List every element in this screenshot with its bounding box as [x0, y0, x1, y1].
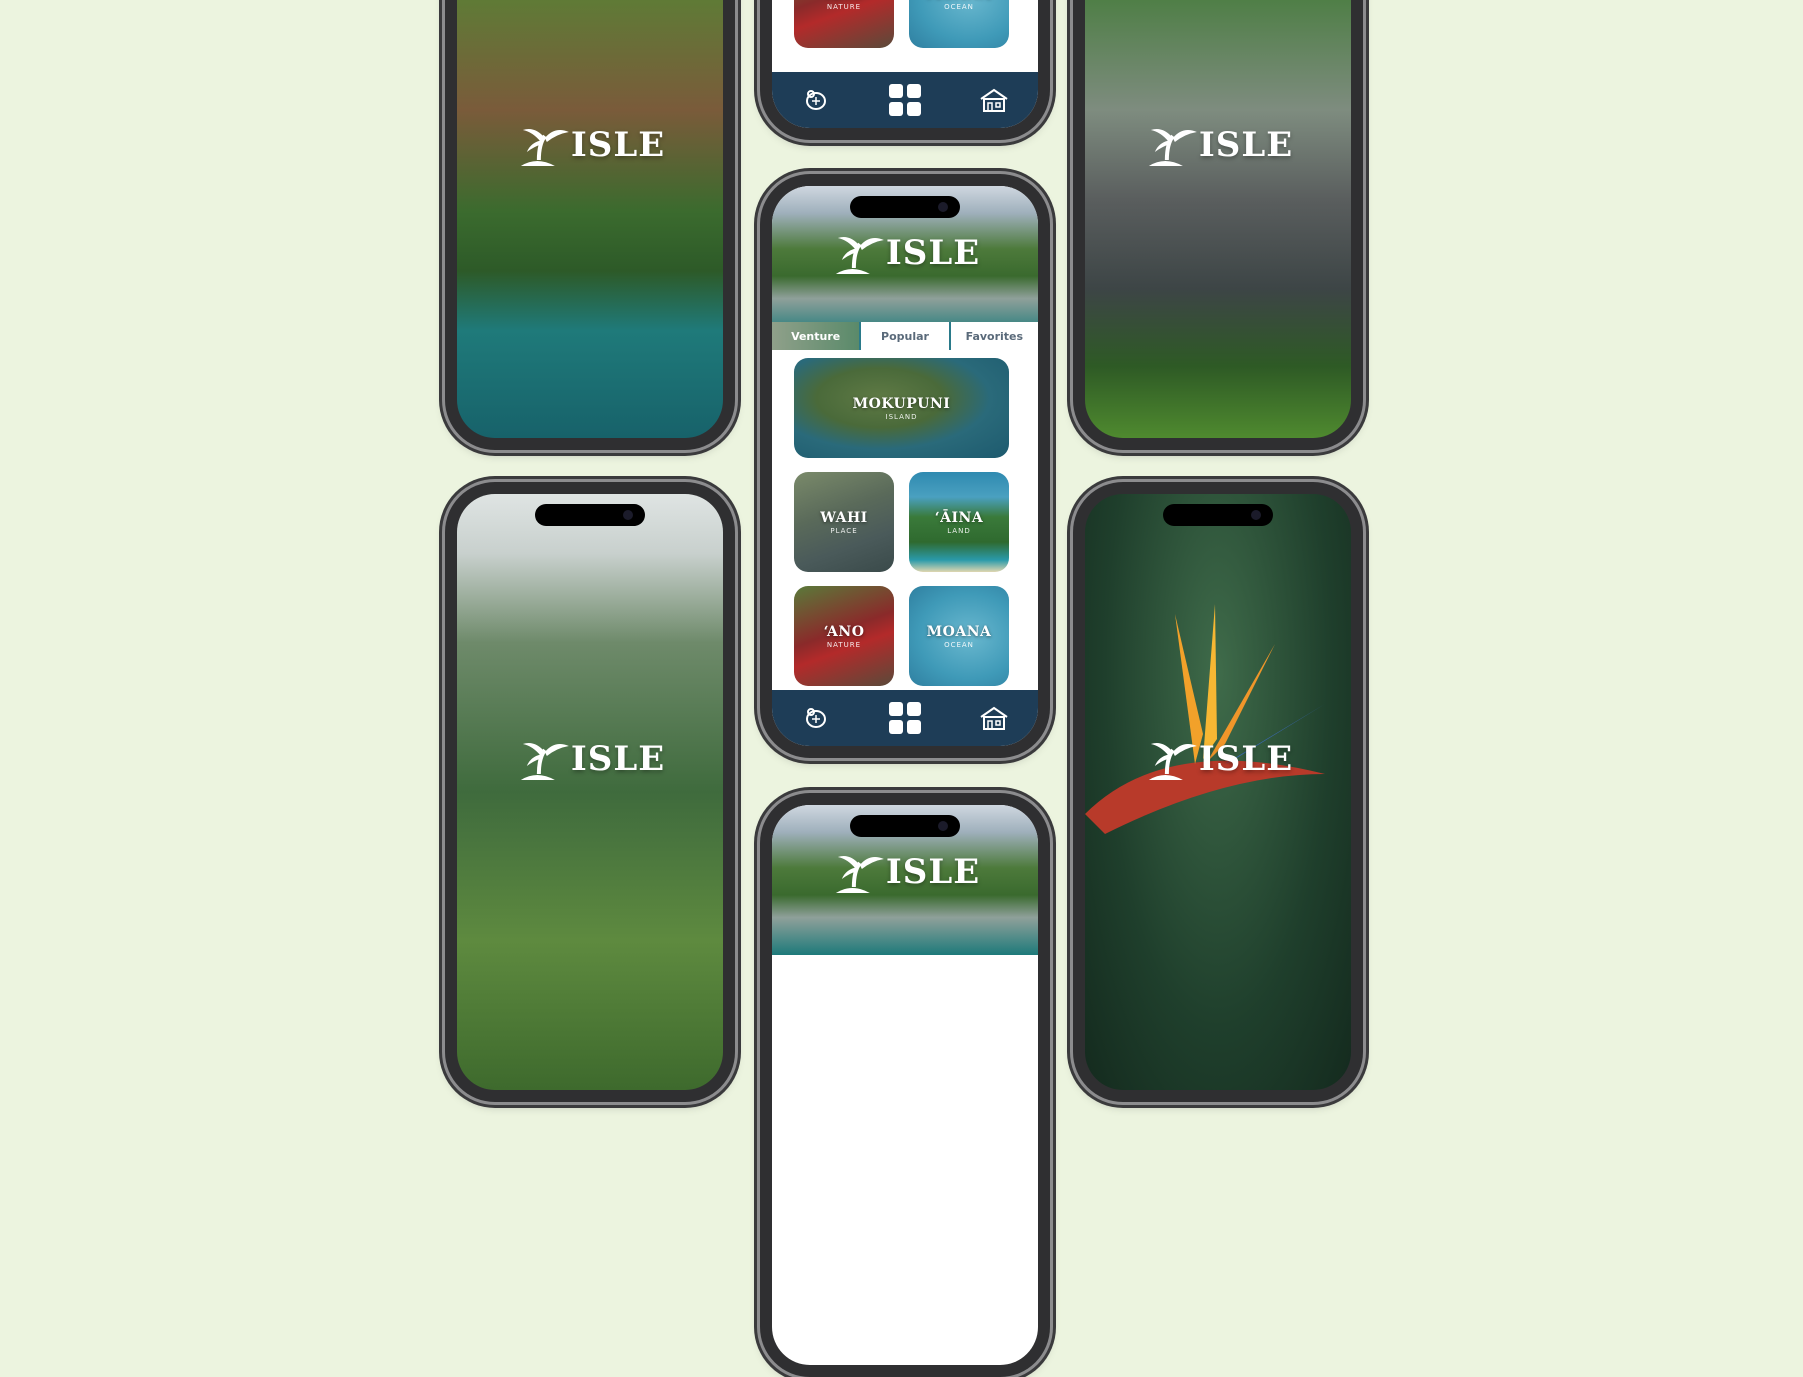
tile-aina[interactable]: ʻĀINA LAND [909, 472, 1009, 572]
brand-name: ISLE [570, 739, 666, 779]
turtle-icon[interactable] [800, 84, 832, 116]
turtle-icon[interactable] [800, 702, 832, 734]
dynamic-island [850, 815, 960, 837]
brand-name: ISLE [1198, 739, 1294, 779]
tile-title: WAHI [820, 509, 868, 526]
dynamic-island [1163, 504, 1273, 526]
app-screen: ʻANO NATURE MOANA OCEAN [772, 0, 1038, 128]
isle-logo: ISLE [830, 230, 980, 276]
phone-splash-aerial: ISLE [445, 0, 735, 450]
phone-splash-waterfall: ISLE [1073, 0, 1363, 450]
palm-sprout-icon [835, 237, 884, 274]
dynamic-island [535, 504, 645, 526]
bottom-navbar [772, 690, 1038, 746]
tab-popular[interactable]: Popular [859, 322, 948, 350]
brand-name: ISLE [1198, 125, 1294, 165]
brand-name: ISLE [885, 852, 981, 892]
isle-logo: ISLE [830, 849, 980, 895]
isle-logo: ISLE [1143, 122, 1293, 168]
palm-sprout-icon [835, 856, 884, 893]
tile-subtitle: OCEAN [944, 640, 974, 649]
tile-ano[interactable]: ʻANO NATURE [794, 586, 894, 686]
isle-logo: ISLE [1143, 736, 1293, 782]
tile-title: ʻĀINA [934, 509, 984, 526]
splash-screen: ISLE [1085, 0, 1351, 438]
palm-sprout-icon [1148, 129, 1197, 166]
house-icon[interactable] [978, 702, 1010, 734]
tile-title: MOANA [927, 0, 992, 2]
phone-splash-valley: ISLE [445, 482, 735, 1102]
tab-favorites[interactable]: Favorites [948, 322, 1038, 350]
isle-logo: ISLE [515, 736, 665, 782]
house-icon[interactable] [978, 84, 1010, 116]
tab-venture[interactable]: Venture [772, 322, 860, 350]
phone-app-main: ISLE Venture Popular Favorites MOKUPUNI … [760, 174, 1050, 758]
tab-bar: Venture Popular Favorites [772, 322, 1038, 350]
brand-name: ISLE [885, 233, 981, 273]
tile-subtitle: NATURE [826, 2, 862, 11]
tile-mokupuni[interactable]: MOKUPUNI ISLAND [794, 358, 1009, 458]
palm-sprout-icon [520, 129, 569, 166]
dynamic-island [850, 196, 960, 218]
tile-title: MOANA [926, 623, 992, 640]
tile-title: MOKUPUNI [852, 395, 951, 412]
tile-wahi[interactable]: WAHI PLACE [794, 472, 894, 572]
isle-logo: ISLE [515, 122, 665, 168]
tile-title: ʻANO [824, 0, 865, 2]
tile-moana[interactable]: MOANA OCEAN [909, 0, 1009, 48]
phone-app-partial-top: ʻANO NATURE MOANA OCEAN [760, 0, 1050, 140]
splash-screen: ISLE [1085, 494, 1351, 1090]
app-screen: ISLE Venture Popular Favorites MOKUPUNI … [772, 186, 1038, 746]
tile-subtitle: NATURE [826, 640, 862, 649]
phone-app-partial-bottom: ISLE [760, 793, 1050, 1377]
tile-subtitle: OCEAN [944, 2, 974, 11]
grid-icon[interactable] [888, 84, 921, 116]
tile-subtitle: PLACE [830, 526, 858, 535]
tile-subtitle: ISLAND [885, 412, 918, 421]
tile-moana[interactable]: MOANA OCEAN [909, 586, 1009, 686]
brand-name: ISLE [570, 125, 666, 165]
bird-of-paradise-flower [1085, 604, 1325, 834]
palm-sprout-icon [1148, 743, 1197, 780]
tile-title: ʻANO [823, 623, 865, 640]
palm-sprout-icon [520, 743, 569, 780]
grid-icon[interactable] [888, 702, 921, 734]
splash-screen: ISLE [457, 0, 723, 438]
tile-subtitle: LAND [947, 526, 971, 535]
app-screen: ISLE [772, 805, 1038, 1365]
bottom-navbar [772, 72, 1038, 128]
splash-screen: ISLE [457, 494, 723, 1090]
phone-splash-flower: ISLE [1073, 482, 1363, 1102]
tile-ano[interactable]: ʻANO NATURE [794, 0, 894, 48]
